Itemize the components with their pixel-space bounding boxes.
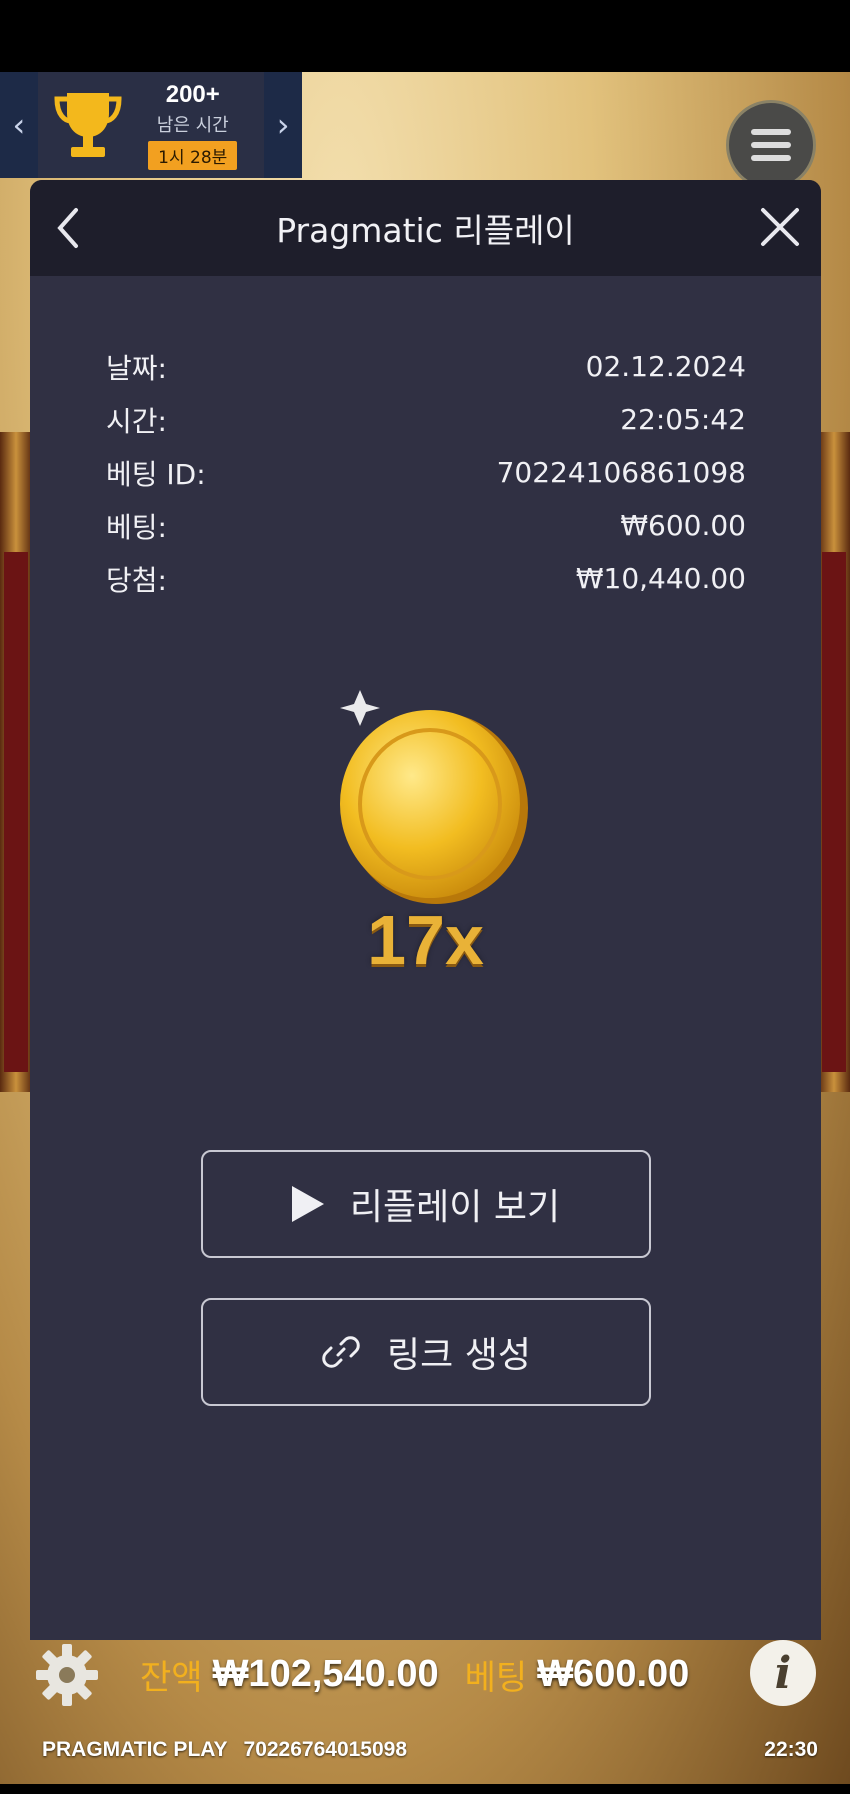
footer: PRAGMATIC PLAY 70226764015098 22:30: [42, 1738, 818, 1762]
chevron-right-icon[interactable]: ›: [264, 72, 302, 178]
view-replay-label: 리플레이 보기: [349, 1187, 561, 1228]
detail-row-bet-id: 베팅 ID: 70224106861098: [106, 446, 746, 499]
tournament-panel[interactable]: 200+ 남은 시간 1시 28분: [37, 72, 265, 178]
remaining-time-label: 남은 시간: [156, 114, 229, 136]
balance-value: ₩102,540.00: [212, 1653, 439, 1695]
bet-value: ₩600.00: [620, 509, 746, 542]
close-icon[interactable]: [755, 202, 805, 252]
round-id: 70226764015098: [243, 1738, 408, 1761]
gold-coin-icon: [320, 670, 540, 910]
brand-label: PRAGMATIC PLAY: [42, 1738, 228, 1761]
menu-icon: [751, 129, 791, 135]
chevron-left-icon[interactable]: ‹: [0, 72, 38, 178]
date-value: 02.12.2024: [585, 350, 746, 383]
bet-id-label: 베팅 ID:: [106, 457, 206, 491]
bet-id-value: 70224106861098: [496, 456, 746, 489]
time-value: 22:05:42: [620, 403, 746, 436]
detail-row-date: 날짜: 02.12.2024: [106, 340, 746, 393]
time-label: 시간:: [106, 404, 167, 438]
tournament-widget[interactable]: ‹ 200+ 남은 시간 1시 28분 ›: [0, 72, 302, 178]
win-label: 당첨:: [106, 563, 167, 597]
balance-label: 잔액: [140, 1658, 203, 1698]
clock: 22:30: [764, 1738, 818, 1761]
date-label: 날짜:: [106, 351, 167, 385]
view-replay-button[interactable]: 리플레이 보기: [201, 1150, 651, 1258]
replay-modal: Pragmatic 리플레이 날짜: 02.12.2024 시간: 22:05:…: [30, 180, 821, 1640]
play-icon: [291, 1186, 324, 1222]
bet-label: 베팅:: [106, 510, 167, 544]
info-icon[interactable]: i: [750, 1640, 816, 1706]
settings-gear-icon[interactable]: [34, 1642, 100, 1708]
win-value: ₩10,440.00: [575, 562, 746, 595]
modal-header: Pragmatic 리플레이: [30, 180, 821, 276]
replay-details: 날짜: 02.12.2024 시간: 22:05:42 베팅 ID: 70224…: [106, 340, 746, 605]
bet-value-bottom: ₩600.00: [537, 1653, 690, 1695]
detail-row-win: 당첨: ₩10,440.00: [106, 552, 746, 605]
balance-bet-row: 잔액 ₩102,540.00 베팅 ₩600.00: [140, 1650, 689, 1699]
tournament-count: 200+: [165, 80, 220, 108]
back-arrow-icon[interactable]: [46, 204, 94, 252]
create-link-button[interactable]: 링크 생성: [201, 1298, 651, 1406]
modal-title: Pragmatic 리플레이: [276, 211, 575, 250]
win-multiplier: 17x: [367, 901, 484, 979]
menu-button[interactable]: [726, 100, 816, 190]
link-icon: [322, 1336, 360, 1368]
detail-row-time: 시간: 22:05:42: [106, 393, 746, 446]
bet-label-bottom: 베팅: [464, 1658, 528, 1698]
tournament-timer: 1시 28분: [148, 140, 238, 170]
create-link-label: 링크 생성: [387, 1335, 531, 1376]
right-red-panel: [822, 552, 846, 1072]
detail-row-bet: 베팅: ₩600.00: [106, 499, 746, 552]
trophy-icon: [38, 72, 138, 178]
left-red-panel: [4, 552, 28, 1072]
